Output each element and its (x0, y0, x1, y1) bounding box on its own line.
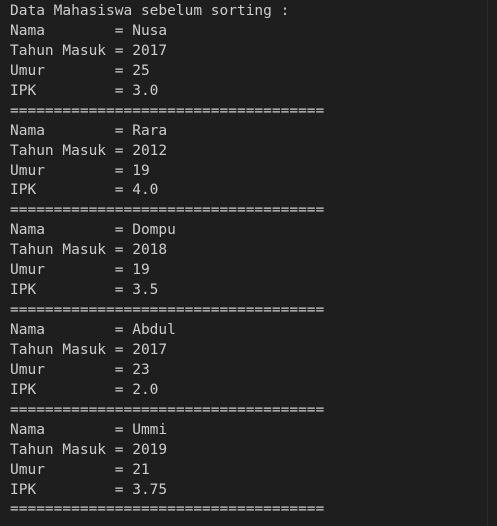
record-tahun-line: Tahun Masuk = 2018 (10, 241, 497, 261)
field-label-nama: Nama = (10, 122, 133, 139)
record-umur-line: Umur = 21 (10, 461, 497, 481)
student-records: Nama = Nusa Tahun Masuk = 2017 Umur = 25 IP… (10, 22, 497, 520)
vertical-scrollbar[interactable] (487, 0, 497, 526)
field-label-tahun: Tahun Masuk = (10, 242, 133, 259)
record-tahun-line: Tahun Masuk = 2017 (10, 341, 497, 361)
record-ipk-line: IPK = 4.0 (10, 181, 497, 201)
field-label-nama: Nama = (10, 22, 133, 39)
field-label-ipk: IPK = (10, 182, 133, 199)
record-nama-line: Nama = Dompu (10, 221, 497, 241)
field-label-umur: Umur = (10, 361, 133, 378)
field-label-ipk: IPK = (10, 481, 133, 498)
field-value-ipk: 3.0 (132, 82, 159, 99)
record-tahun-line: Tahun Masuk = 2017 (10, 42, 497, 62)
separator-line: ==================================== (10, 302, 325, 319)
field-value-tahun: 2017 (132, 341, 168, 358)
field-value-ipk: 2.0 (132, 381, 159, 398)
field-value-tahun: 2018 (132, 242, 168, 259)
record-umur-line: Umur = 19 (10, 162, 497, 182)
field-label-ipk: IPK = (10, 82, 133, 99)
field-label-ipk: IPK = (10, 381, 133, 398)
separator-line: ==================================== (10, 202, 325, 219)
field-value-tahun: 2012 (132, 142, 168, 159)
field-label-umur: Umur = (10, 162, 133, 179)
field-value-nama: Abdul (132, 322, 176, 338)
record-tahun-line: Tahun Masuk = 2012 (10, 142, 497, 162)
record-tahun-line: Tahun Masuk = 2019 (10, 441, 497, 461)
field-value-ipk: 3.5 (132, 282, 159, 299)
record-umur-line: Umur = 19 (10, 261, 497, 281)
record-umur-line: Umur = 25 (10, 62, 497, 82)
record-nama-line: Nama = Rara (10, 122, 497, 142)
scrollbar-track (487, 0, 488, 526)
field-value-nama: Ummi (132, 421, 168, 438)
field-value-umur: 21 (132, 461, 150, 478)
record-ipk-line: IPK = 3.5 (10, 281, 497, 301)
output-header: Data Mahasiswa sebelum sorting : (10, 3, 290, 19)
field-value-nama: Nusa (132, 22, 168, 39)
field-value-umur: 23 (132, 361, 150, 378)
record-ipk-line: IPK = 3.0 (10, 82, 497, 102)
record-nama-line: Nama = Abdul (10, 321, 497, 341)
field-label-tahun: Tahun Masuk = (10, 441, 133, 458)
record-nama-line: Nama = Ummi (10, 421, 497, 441)
field-label-tahun: Tahun Masuk = (10, 142, 133, 159)
separator-line: ==================================== (10, 501, 325, 518)
field-value-ipk: 4.0 (132, 182, 159, 199)
field-label-nama: Nama = (10, 421, 133, 438)
field-label-tahun: Tahun Masuk = (10, 42, 133, 59)
field-value-tahun: 2019 (132, 441, 168, 458)
field-label-nama: Nama = (10, 222, 133, 239)
field-value-umur: 25 (132, 62, 150, 79)
field-value-ipk: 3.75 (132, 481, 168, 498)
field-label-umur: Umur = (10, 461, 133, 478)
separator-line: ==================================== (10, 102, 325, 119)
field-value-tahun: 2017 (132, 42, 168, 59)
record-ipk-line: IPK = 3.75 (10, 481, 497, 501)
field-value-nama: Rara (132, 122, 168, 139)
field-label-ipk: IPK = (10, 282, 133, 299)
field-value-umur: 19 (132, 162, 150, 179)
field-value-nama: Dompu (132, 222, 176, 239)
record-umur-line: Umur = 23 (10, 361, 497, 381)
terminal-output[interactable]: Data Mahasiswa sebelum sorting : Nama = … (0, 0, 497, 526)
field-label-umur: Umur = (10, 262, 133, 279)
record-nama-line: Nama = Nusa (10, 22, 497, 42)
separator-line: ==================================== (10, 401, 325, 418)
field-label-tahun: Tahun Masuk = (10, 341, 133, 358)
field-label-nama: Nama = (10, 322, 133, 338)
field-value-umur: 19 (132, 262, 150, 279)
field-label-umur: Umur = (10, 62, 133, 79)
record-ipk-line: IPK = 2.0 (10, 381, 497, 401)
